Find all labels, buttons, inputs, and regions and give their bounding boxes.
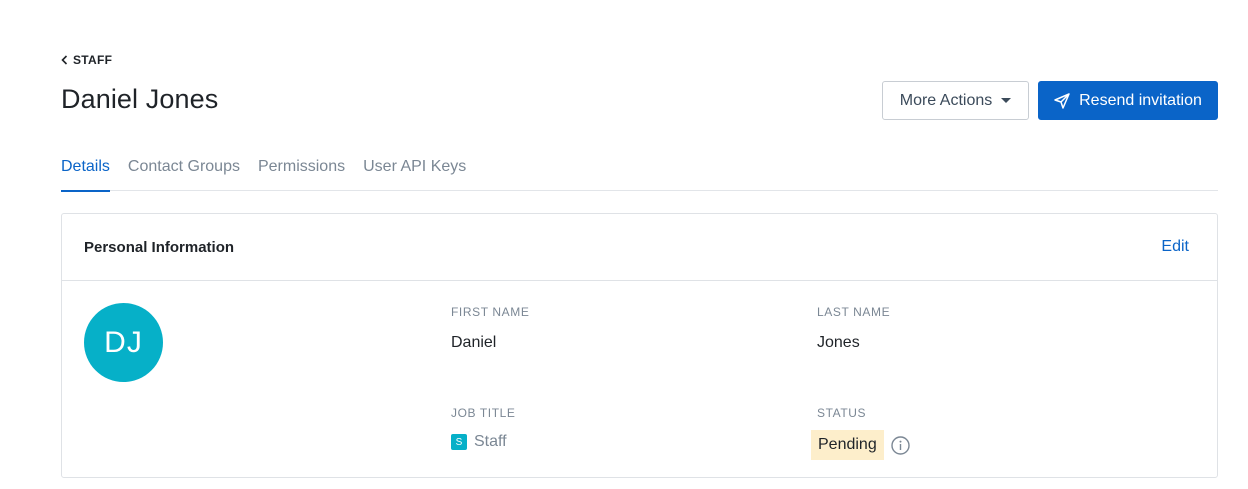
- status-value: Pending: [811, 430, 910, 460]
- tab-bar: Details Contact Groups Permissions User …: [61, 158, 1218, 192]
- more-actions-button[interactable]: More Actions: [882, 81, 1029, 120]
- more-actions-label: More Actions: [899, 91, 993, 109]
- card-header: Personal Information Edit: [62, 214, 1217, 281]
- breadcrumb[interactable]: STAFF: [61, 53, 112, 67]
- edit-link[interactable]: Edit: [1161, 238, 1189, 256]
- chevron-left-icon: [61, 55, 68, 65]
- card-title: Personal Information: [84, 239, 235, 256]
- job-title-value: S Staff: [451, 433, 507, 451]
- personal-information-card: Personal Information Edit DJ FIRST NAME …: [61, 213, 1218, 478]
- first-name-label: FIRST NAME: [451, 305, 530, 319]
- send-icon: [1054, 92, 1070, 109]
- tab-details[interactable]: Details: [61, 158, 110, 192]
- job-title-text: Staff: [474, 433, 507, 450]
- tab-permissions[interactable]: Permissions: [258, 158, 345, 191]
- avatar: DJ: [84, 303, 163, 382]
- last-name-value: Jones: [817, 334, 860, 351]
- first-name-value: Daniel: [451, 334, 497, 351]
- resend-invitation-label: Resend invitation: [1079, 91, 1202, 109]
- status-badge: Pending: [811, 430, 884, 460]
- tab-contact-groups[interactable]: Contact Groups: [128, 158, 240, 191]
- job-title-label: JOB TITLE: [451, 406, 516, 420]
- last-name-label: LAST NAME: [817, 305, 891, 319]
- page-title: Daniel Jones: [61, 84, 219, 114]
- caret-down-icon: [1001, 97, 1012, 103]
- job-title-badge: S: [451, 434, 467, 450]
- resend-invitation-button[interactable]: Resend invitation: [1038, 81, 1218, 120]
- tab-user-api-keys[interactable]: User API Keys: [363, 158, 466, 191]
- status-label: STATUS: [817, 406, 867, 420]
- breadcrumb-label: STAFF: [73, 53, 113, 67]
- info-icon[interactable]: [891, 435, 910, 455]
